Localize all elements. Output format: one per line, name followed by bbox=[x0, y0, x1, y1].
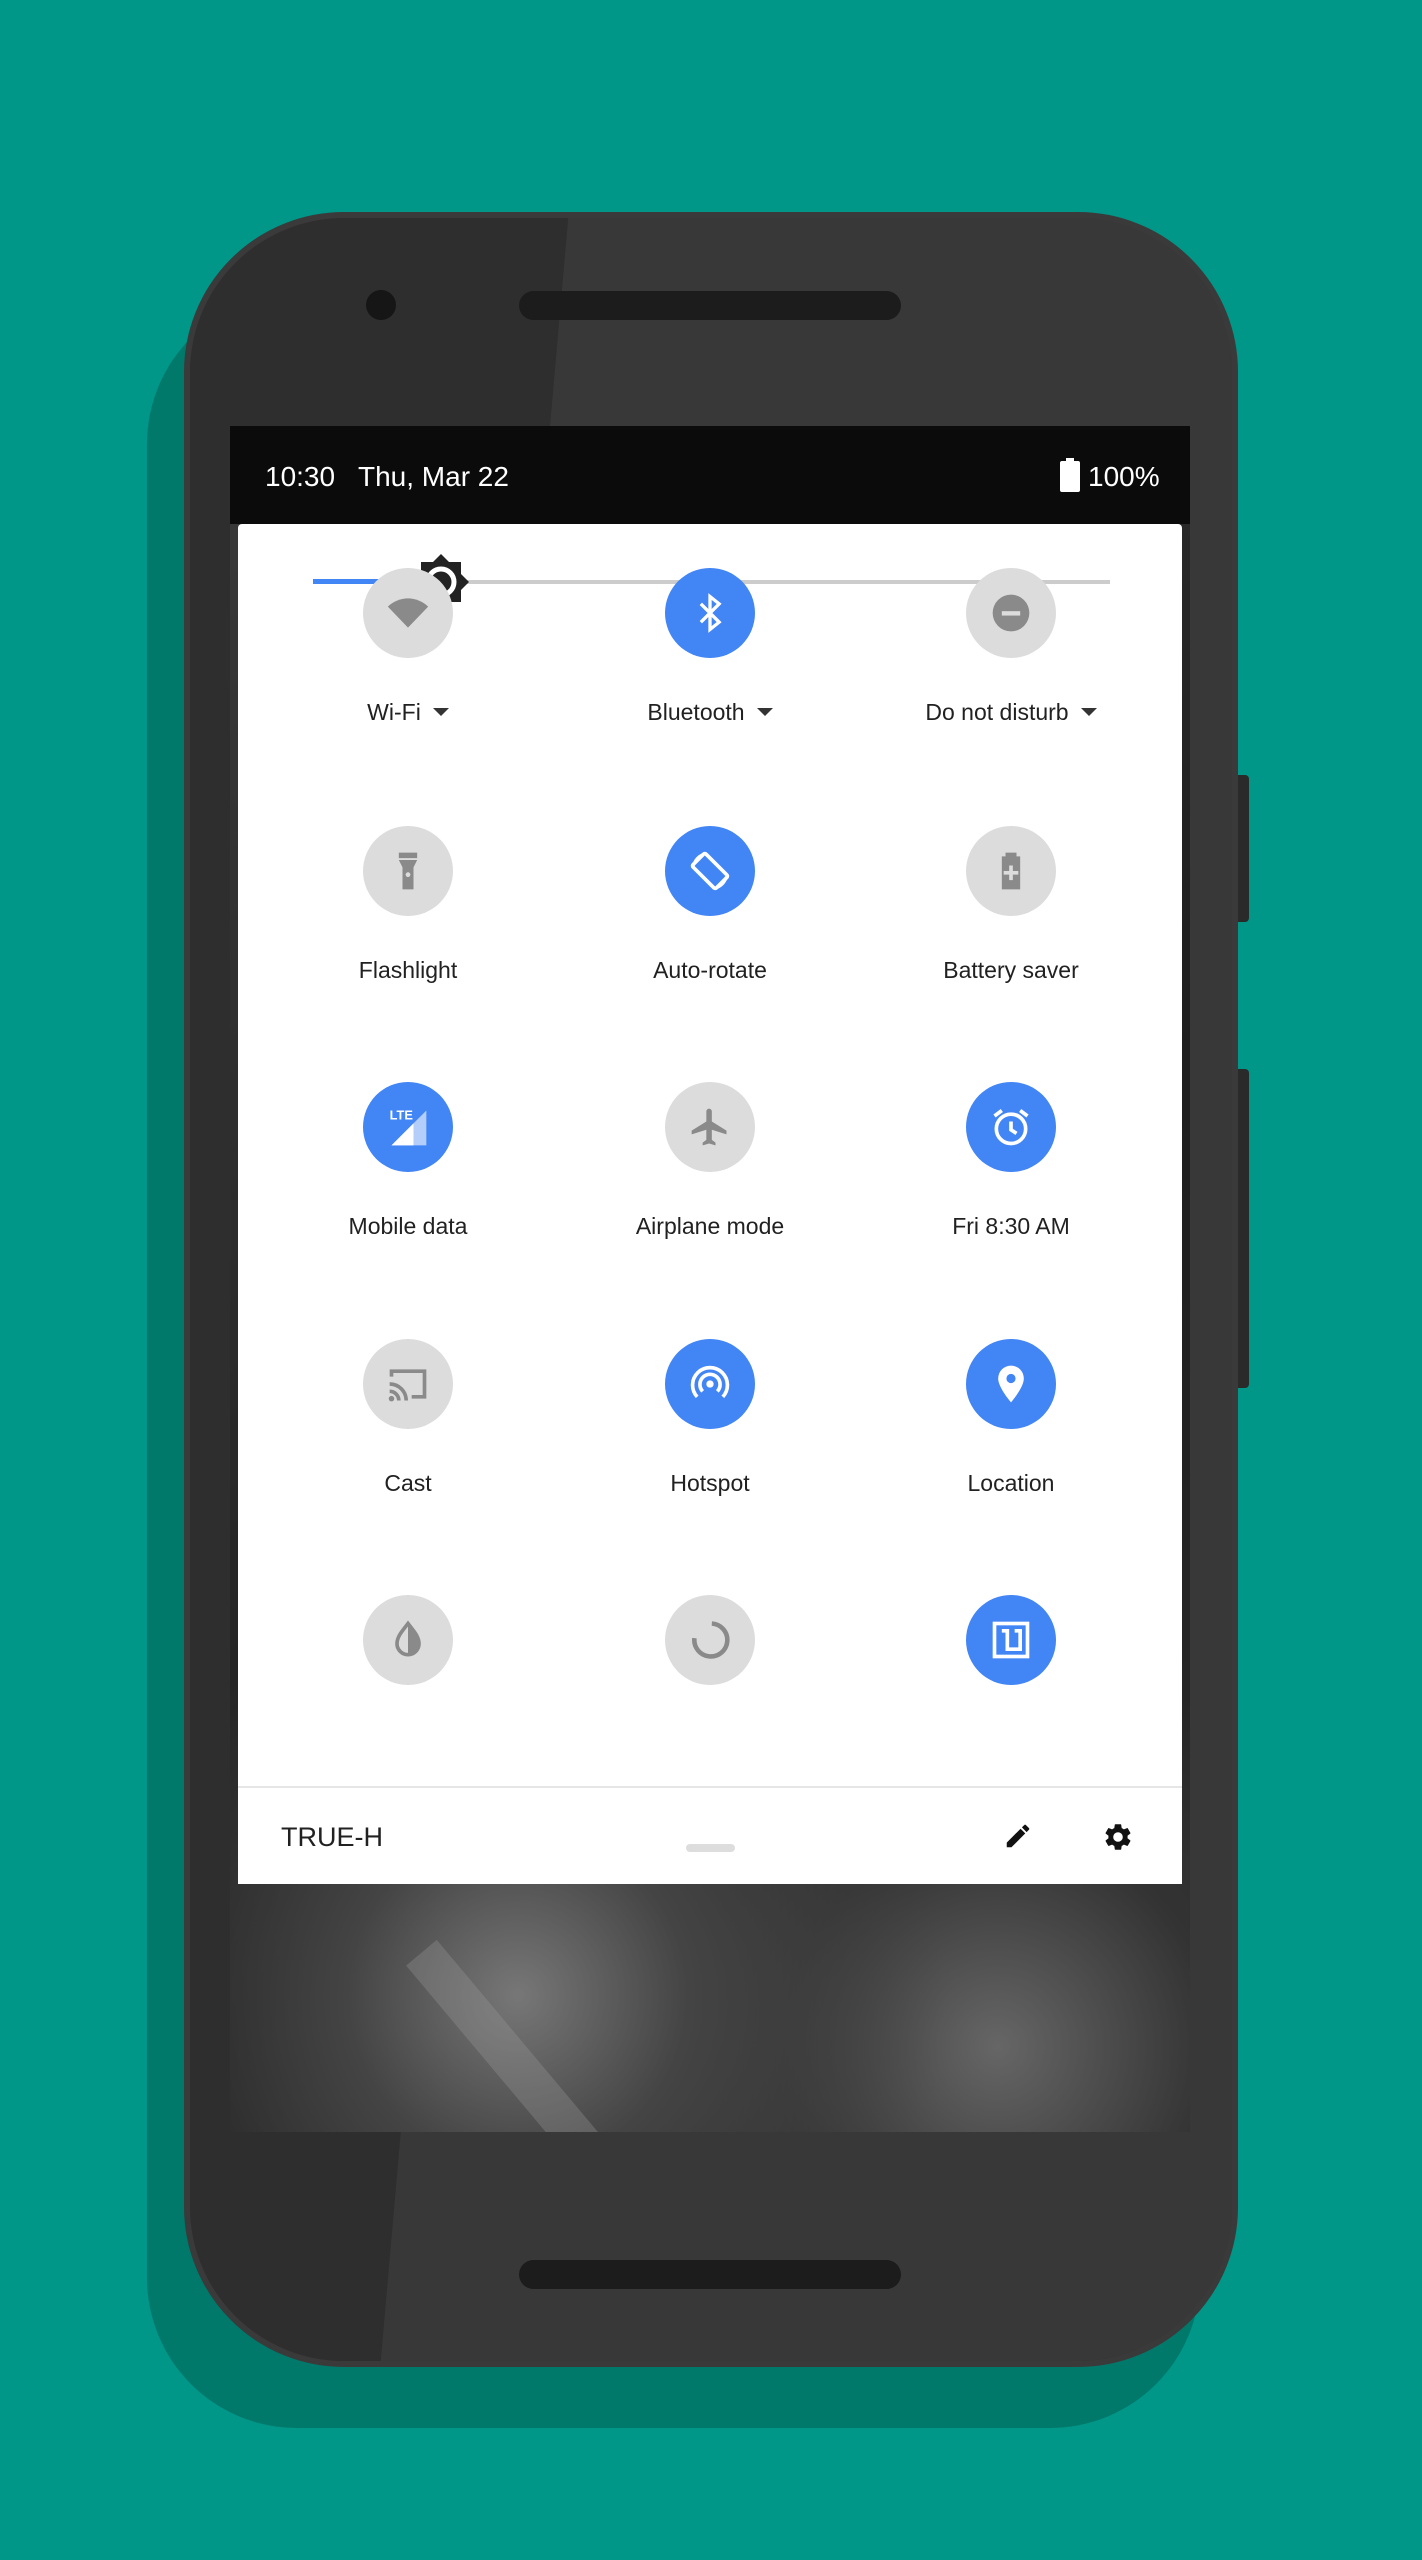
tile-button[interactable] bbox=[363, 1595, 453, 1685]
tile-button[interactable] bbox=[363, 826, 453, 916]
tile-button[interactable] bbox=[966, 1339, 1056, 1429]
status-bar: 10:30 Thu, Mar 22 100% bbox=[230, 426, 1190, 524]
tile-battery-saver[interactable]: Battery saver bbox=[861, 826, 1161, 984]
date: Thu, Mar 22 bbox=[358, 461, 509, 492]
tile-label: Flashlight bbox=[358, 956, 458, 983]
tile-do-not-disturb[interactable]: Do not disturb bbox=[861, 568, 1161, 726]
tile-button[interactable] bbox=[665, 568, 755, 658]
tile-label-row: Do not disturb bbox=[861, 698, 1161, 726]
quick-settings-footer: TRUE-H bbox=[238, 1786, 1182, 1884]
chevron-down-icon[interactable] bbox=[1080, 708, 1097, 716]
tile-label-row: Flashlight bbox=[258, 956, 558, 984]
tile-fri-8-30-am[interactable]: Fri 8:30 AM bbox=[861, 1082, 1161, 1240]
flashlight-icon bbox=[398, 852, 418, 890]
tile-label-row: Bluetooth bbox=[560, 698, 860, 726]
tile-hotspot[interactable]: Hotspot bbox=[560, 1339, 860, 1497]
tile-airplane-mode[interactable]: Airplane mode bbox=[560, 1082, 860, 1240]
nfc-icon bbox=[992, 1621, 1030, 1659]
tile-label: Fri 8:30 AM bbox=[952, 1212, 1070, 1239]
tile-label-row: Hotspot bbox=[560, 1469, 860, 1497]
tile-data-saver[interactable] bbox=[560, 1595, 860, 1685]
do-not-disturb-icon bbox=[992, 594, 1030, 632]
bottom-speaker bbox=[519, 2260, 901, 2289]
tile-label: Cast bbox=[384, 1469, 432, 1496]
drag-handle[interactable] bbox=[686, 1844, 735, 1852]
quick-settings-panel: Wi-Fi Bluetooth Do not disturb Flashlight Au… bbox=[238, 524, 1182, 1884]
tile-nfc[interactable] bbox=[861, 1595, 1161, 1685]
tile-label: Hotspot bbox=[670, 1469, 750, 1496]
carrier-name: TRUE-H bbox=[281, 1822, 383, 1852]
tile-flashlight[interactable]: Flashlight bbox=[258, 826, 558, 984]
bluetooth-icon bbox=[699, 593, 722, 633]
wifi-icon bbox=[387, 598, 429, 628]
clock: 10:30 bbox=[265, 461, 336, 492]
tile-label: Battery saver bbox=[943, 956, 1079, 983]
tile-cast[interactable]: Cast bbox=[258, 1339, 558, 1497]
tile-label: Wi-Fi bbox=[367, 698, 421, 725]
invert-colors-icon bbox=[395, 1620, 421, 1657]
tile-button[interactable] bbox=[966, 568, 1056, 658]
chevron-down-icon[interactable] bbox=[756, 708, 773, 716]
tile-location[interactable]: Location bbox=[861, 1339, 1161, 1497]
battery-saver-icon bbox=[1001, 852, 1021, 890]
tile-label-row: Airplane mode bbox=[560, 1212, 860, 1240]
cast-icon bbox=[388, 1369, 427, 1402]
tile-button[interactable] bbox=[966, 826, 1056, 916]
tile-label: Airplane mode bbox=[635, 1212, 785, 1239]
power-button[interactable] bbox=[1238, 775, 1249, 922]
tile-button[interactable] bbox=[665, 1082, 755, 1172]
location-icon bbox=[998, 1365, 1024, 1403]
tile-label-row: Wi-Fi bbox=[258, 698, 558, 726]
tile-label-row: Location bbox=[861, 1469, 1161, 1497]
tile-label-row: Fri 8:30 AM bbox=[861, 1212, 1161, 1240]
tile-label: Bluetooth bbox=[647, 698, 745, 725]
tile-label-row: Mobile data bbox=[258, 1212, 558, 1240]
tile-label: Do not disturb bbox=[925, 698, 1069, 725]
tile-button[interactable]: LTE bbox=[363, 1082, 453, 1172]
tile-button[interactable] bbox=[966, 1082, 1056, 1172]
tile-button[interactable] bbox=[665, 826, 755, 916]
top-speaker bbox=[519, 291, 901, 320]
battery-percent: 100% bbox=[1088, 461, 1160, 492]
volume-button[interactable] bbox=[1238, 1069, 1249, 1388]
tile-label: Auto-rotate bbox=[653, 956, 767, 983]
battery-full-icon bbox=[1060, 458, 1080, 492]
tile-auto-rotate[interactable]: Auto-rotate bbox=[560, 826, 860, 984]
tile-label-row: Auto-rotate bbox=[560, 956, 860, 984]
tile-button[interactable] bbox=[665, 1595, 755, 1685]
edit-icon[interactable] bbox=[1003, 1821, 1033, 1851]
tile-button[interactable] bbox=[363, 568, 453, 658]
svg-text:LTE: LTE bbox=[390, 1108, 414, 1123]
tile-label-row: Cast bbox=[258, 1469, 558, 1497]
data-saver-icon bbox=[692, 1621, 730, 1659]
settings-icon[interactable] bbox=[1102, 1821, 1134, 1853]
tile-label: Mobile data bbox=[348, 1212, 468, 1239]
tile-button[interactable] bbox=[665, 1339, 755, 1429]
tile-button[interactable] bbox=[966, 1595, 1056, 1685]
hotspot-icon bbox=[690, 1365, 730, 1399]
screen: 10:30 Thu, Mar 22 100% Wi-Fi Bluetooth Do … bbox=[230, 426, 1190, 2132]
tile-wi-fi[interactable]: Wi-Fi bbox=[258, 568, 558, 726]
tile-bluetooth[interactable]: Bluetooth bbox=[560, 568, 860, 726]
chevron-down-icon[interactable] bbox=[432, 708, 449, 716]
front-camera bbox=[366, 290, 396, 320]
auto-rotate-icon bbox=[690, 851, 730, 891]
alarm-icon bbox=[993, 1109, 1029, 1146]
mobile-data-icon: LTE bbox=[390, 1108, 427, 1146]
tile-mobile-data[interactable]: LTE Mobile data bbox=[258, 1082, 558, 1240]
tile-label: Location bbox=[967, 1469, 1055, 1496]
tile-invert-colors[interactable] bbox=[258, 1595, 558, 1685]
tile-button[interactable] bbox=[363, 1339, 453, 1429]
airplane-icon bbox=[691, 1108, 727, 1146]
tile-label-row: Battery saver bbox=[861, 956, 1161, 984]
